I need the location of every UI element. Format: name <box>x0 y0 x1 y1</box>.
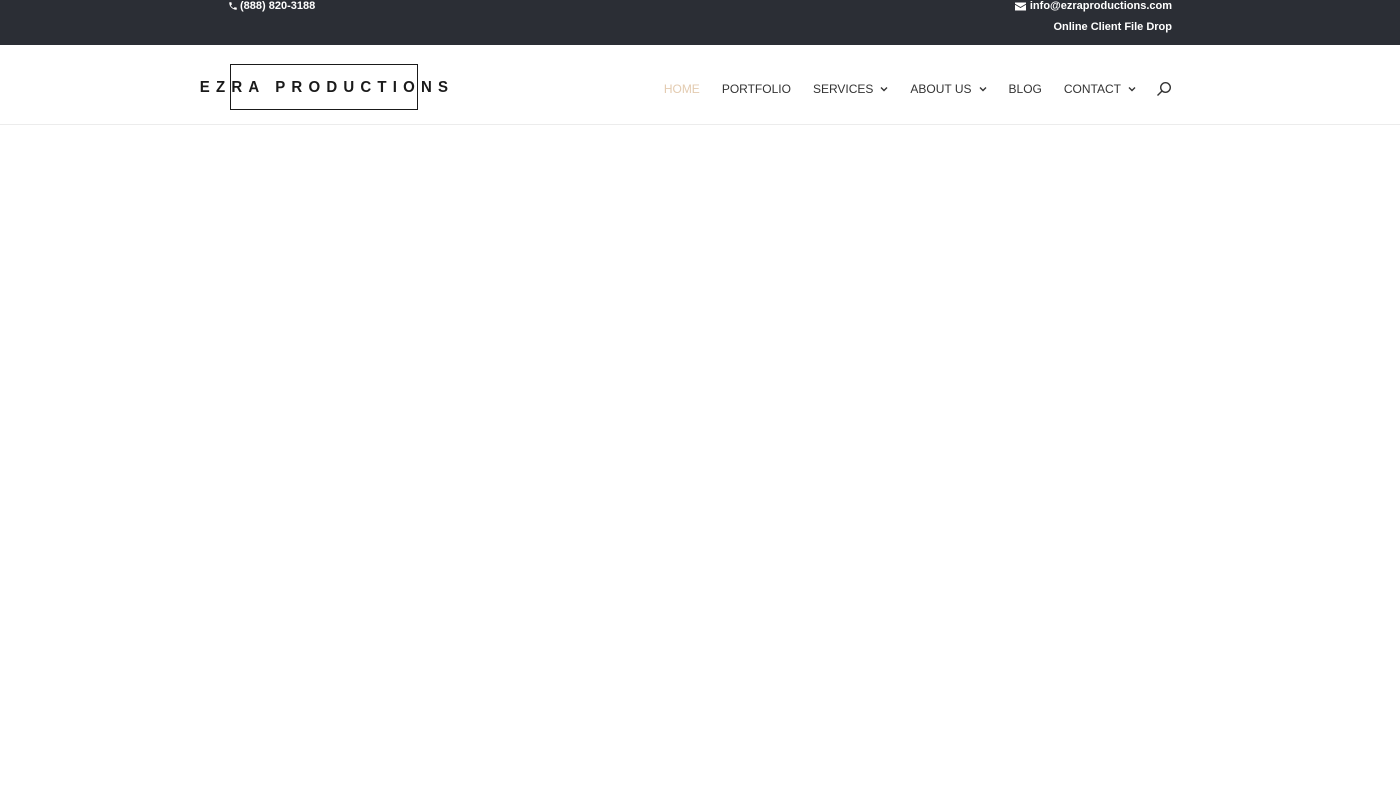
envelope-icon <box>1014 2 1026 10</box>
nav-label: CONTACT <box>1063 82 1121 96</box>
topbar-right: info@ezraproductions.com Online Client F… <box>1014 0 1172 33</box>
nav-label: BLOG <box>1008 82 1042 96</box>
search-icon[interactable] <box>1156 81 1172 97</box>
chevron-down-icon <box>1128 87 1136 92</box>
main-content <box>0 126 1400 787</box>
logo[interactable]: EZRA PRODUCTIONS <box>200 64 448 110</box>
phone-icon <box>229 2 237 10</box>
nav-item-about-us[interactable]: ABOUT US <box>910 82 987 96</box>
email-contact[interactable]: info@ezraproductions.com <box>1014 0 1172 12</box>
main-nav: HOME PORTFOLIO SERVICES ABOUT US BLOG CO… <box>642 81 1172 97</box>
main-header: EZRA PRODUCTIONS HOME PORTFOLIO SERVICES… <box>0 45 1400 125</box>
phone-number[interactable]: (888) 820-3188 <box>240 0 315 12</box>
nav-label: HOME <box>663 82 700 96</box>
nav-item-services[interactable]: SERVICES <box>813 82 888 96</box>
nav-item-portfolio[interactable]: PORTFOLIO <box>722 82 791 96</box>
nav-label: PORTFOLIO <box>721 82 791 96</box>
chevron-down-icon <box>880 87 888 92</box>
nav-label: ABOUT US <box>910 82 972 96</box>
file-drop-link[interactable]: Online Client File Drop <box>1015 21 1172 33</box>
chevron-down-icon <box>979 87 987 92</box>
top-bar: (888) 820-3188 info@ezraproductions.com … <box>0 0 1400 45</box>
logo-text: EZRA PRODUCTIONS <box>199 78 455 96</box>
nav-label: SERVICES <box>812 82 874 96</box>
nav-item-contact[interactable]: CONTACT <box>1064 82 1136 96</box>
nav-item-home[interactable]: HOME <box>664 82 700 96</box>
email-address[interactable]: info@ezraproductions.com <box>1030 0 1172 12</box>
phone-contact[interactable]: (888) 820-3188 <box>228 0 315 12</box>
nav-item-blog[interactable]: BLOG <box>1009 82 1042 96</box>
